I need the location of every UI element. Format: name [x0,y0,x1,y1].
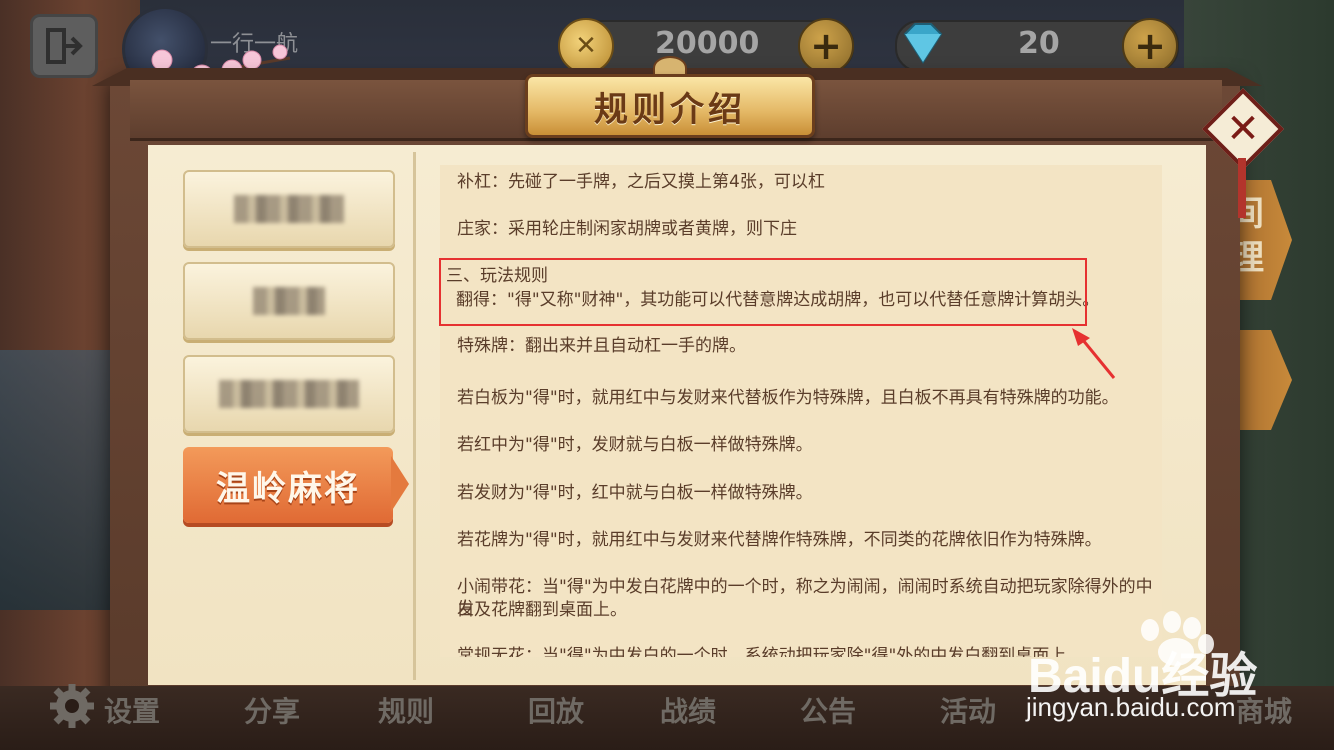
rule-fa-cai: 若发财为"得"时，红中就与白板一样做特殊牌。 [457,483,813,503]
highlight-box [439,258,1087,326]
add-gem-button[interactable]: + [1122,18,1178,74]
dialog-title-plaque: 规则介绍 [525,74,815,138]
tab-label: 温岭麻将 [216,468,360,509]
bottom-replay[interactable]: 回放 [528,690,584,730]
divider [413,152,416,680]
close-icon[interactable]: ✕ [1218,104,1268,154]
bottom-record[interactable]: 战绩 [660,690,716,730]
rule-hua-pai: 若花牌为"得"时，就用红中与发财来代替牌作特殊牌，不同类的花牌依旧作为特殊牌。 [457,530,1102,550]
bottom-rules[interactable]: 规则 [378,690,434,730]
bottom-share[interactable]: 分享 [244,690,300,730]
bottom-notice[interactable]: 公告 [800,690,856,730]
diamond-icon [903,23,943,64]
tab-game-2[interactable] [183,262,395,340]
rule-zhuang-jia: 庄家：采用轮庄制闲家胡牌或者黄牌，则下庄 [457,219,797,239]
dialog-title: 规则介绍 [594,89,746,130]
settings-gear-icon[interactable] [46,680,98,732]
gem-value: 20 [1018,26,1060,61]
watermark-url: jingyan.baidu.com [1026,692,1236,722]
bottom-activity[interactable]: 活动 [940,690,996,730]
rule-special-tile: 特殊牌：翻出来并且自动杠一手的牌。 [457,336,746,356]
bottom-settings[interactable]: 设置 [104,690,160,730]
gold-coin-icon: ✕ [558,18,614,74]
exit-icon [46,28,83,64]
tab-wenling-mahjong[interactable]: 温岭麻将 [183,447,393,523]
tassel-decoration [1238,158,1246,218]
red-arrow-icon [1072,328,1116,379]
tab-label-blurred [253,287,325,315]
tab-label-blurred [234,195,344,223]
rule-bai-ban: 若白板为"得"时，就用红中与发财来代替板作为特殊牌，且白板不再具有特殊牌的功能。 [457,388,1119,408]
exit-button[interactable] [30,14,98,78]
tab-game-1[interactable] [183,170,395,248]
add-gold-button[interactable]: + [798,18,854,74]
rule-hong-zhong: 若红中为"得"时，发财就与白板一样做特殊牌。 [457,435,813,455]
rule-bu-gang: 补杠：先碰了一手牌，之后又摸上第4张，可以杠 [457,172,825,192]
tab-label-blurred [219,380,359,408]
rules-content[interactable]: 补杠：先碰了一手牌，之后又摸上第4张，可以杠 庄家：采用轮庄制闲家胡牌或者黄牌，… [440,165,1162,657]
tab-game-3[interactable] [183,355,395,433]
